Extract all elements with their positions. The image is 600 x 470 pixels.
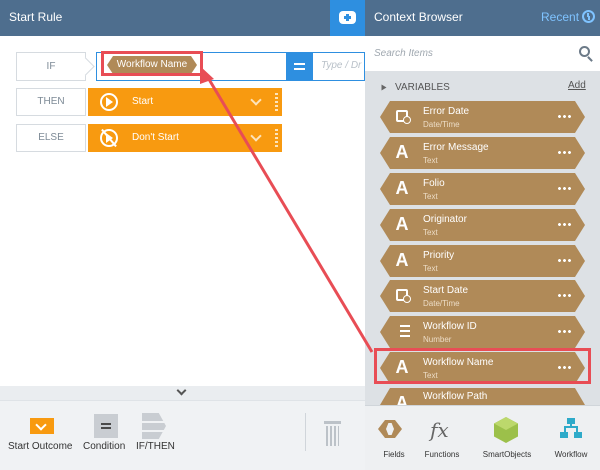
toolbox: Start Outcome Condition IF/THEN (0, 400, 365, 470)
chip-highlight-box (101, 51, 203, 76)
dont-start-drag-handle[interactable] (275, 129, 278, 147)
toolbox-divider (305, 413, 306, 451)
rule-editor-panel: Start Rule IF THEN ELSE Workflow Name Ty… (0, 0, 365, 470)
variable-name: Start Date (423, 285, 469, 296)
variable-type: Text (423, 264, 438, 273)
search-input[interactable]: Search Items (365, 36, 600, 72)
variable-item[interactable]: A Workflow Path (380, 388, 585, 405)
variable-item[interactable]: A Priority Text (380, 245, 585, 277)
trash-can (326, 426, 339, 446)
variable-name: Workflow ID (423, 321, 477, 332)
date-time-icon (396, 110, 408, 122)
rule-editor-title: Start Rule (9, 10, 63, 24)
context-browser-title: Context Browser (374, 10, 463, 24)
add-variable-link[interactable]: Add (568, 80, 586, 91)
variable-item[interactable]: Start Date Date/Time (380, 280, 585, 312)
toolbox-collapse-bar[interactable] (0, 385, 365, 400)
if-then-icon (142, 413, 166, 439)
start-outcome-tool-label: Start Outcome (8, 441, 73, 452)
dont-start-outcome-label: Don't Start (132, 132, 179, 143)
date-time-icon (396, 289, 408, 301)
condition-icon (94, 414, 118, 438)
functions-icon: fx (430, 418, 449, 442)
text-icon: A (395, 178, 409, 198)
play-triangle (106, 97, 113, 107)
variable-name: Priority (423, 250, 455, 261)
trash-lid (324, 421, 341, 424)
tab-workflow[interactable]: Workflow (542, 406, 600, 470)
variable-name: Originator (423, 214, 467, 225)
variable-name: Error Message (423, 142, 489, 153)
variable-highlight-box (374, 348, 591, 384)
more-options-icon[interactable] (557, 151, 571, 154)
start-outcome-icon (30, 418, 54, 434)
rule-editor-header: Start Rule (0, 0, 365, 36)
search-icon[interactable] (579, 46, 590, 57)
variable-type: Text (423, 192, 438, 201)
variable-type: Date/Time (423, 120, 460, 129)
tab-workflow-label: Workflow (554, 450, 588, 459)
variable-type: Date/Time (423, 299, 460, 308)
add-rule-button[interactable] (330, 0, 365, 36)
condition-placeholder: Type / Dr (321, 60, 362, 71)
if-label: IF (16, 52, 86, 81)
more-options-icon[interactable] (557, 187, 571, 190)
more-options-icon[interactable] (557, 294, 571, 297)
context-browser-tabs: Fields fx Functions SmartObjects Workflo… (365, 405, 600, 470)
chevron-down-icon (176, 385, 187, 396)
tab-functions[interactable]: fx Functions (413, 406, 471, 470)
smartobjects-icon (494, 417, 518, 443)
variable-item[interactable]: A Folio Text (380, 173, 585, 205)
variable-item[interactable]: A Error Message Text (380, 137, 585, 169)
condition-tool-label: Condition (83, 441, 126, 452)
fields-icon (378, 420, 402, 438)
tab-functions-label: Functions (424, 450, 460, 459)
tab-smartobjects[interactable]: SmartObjects (478, 406, 536, 470)
more-options-icon[interactable] (557, 115, 571, 118)
else-label: ELSE (16, 124, 86, 152)
variable-name: Error Date (423, 106, 470, 117)
recent-link[interactable]: Recent (541, 10, 579, 24)
more-options-icon[interactable] (557, 330, 571, 333)
collapse-caret-icon[interactable] (381, 84, 387, 91)
then-label: THEN (16, 88, 86, 116)
text-icon: A (395, 142, 409, 162)
variable-name: Workflow Path (423, 391, 488, 402)
tab-smartobjects-label: SmartObjects (482, 450, 532, 459)
context-browser-panel: Context Browser Recent Search Items VARI… (365, 0, 600, 470)
variables-heading: VARIABLES (395, 82, 450, 93)
workflow-icon (560, 418, 582, 440)
variable-type: Text (423, 228, 438, 237)
variable-item[interactable]: Workflow ID Number (380, 316, 585, 348)
trash-icon[interactable] (324, 421, 341, 446)
if-then-tool-label: IF/THEN (136, 441, 175, 452)
search-placeholder: Search Items (374, 48, 433, 59)
start-outcome-label: Start (132, 96, 154, 107)
text-icon: A (395, 214, 409, 234)
start-outcome-drag-handle[interactable] (275, 93, 278, 111)
variable-type: Number (423, 335, 452, 344)
variable-item[interactable]: A Originator Text (380, 209, 585, 241)
clock-icon[interactable] (582, 10, 595, 23)
variable-name: Folio (423, 178, 445, 189)
text-icon: A (395, 250, 409, 270)
add-rule-icon (339, 11, 356, 24)
variable-item[interactable]: Error Date Date/Time (380, 101, 585, 133)
more-options-icon[interactable] (557, 223, 571, 226)
equals-operator-button[interactable] (286, 53, 313, 80)
context-browser-header: Context Browser Recent (365, 0, 600, 36)
more-options-icon[interactable] (557, 259, 571, 262)
variable-type: Text (423, 156, 438, 165)
number-icon (396, 325, 410, 337)
